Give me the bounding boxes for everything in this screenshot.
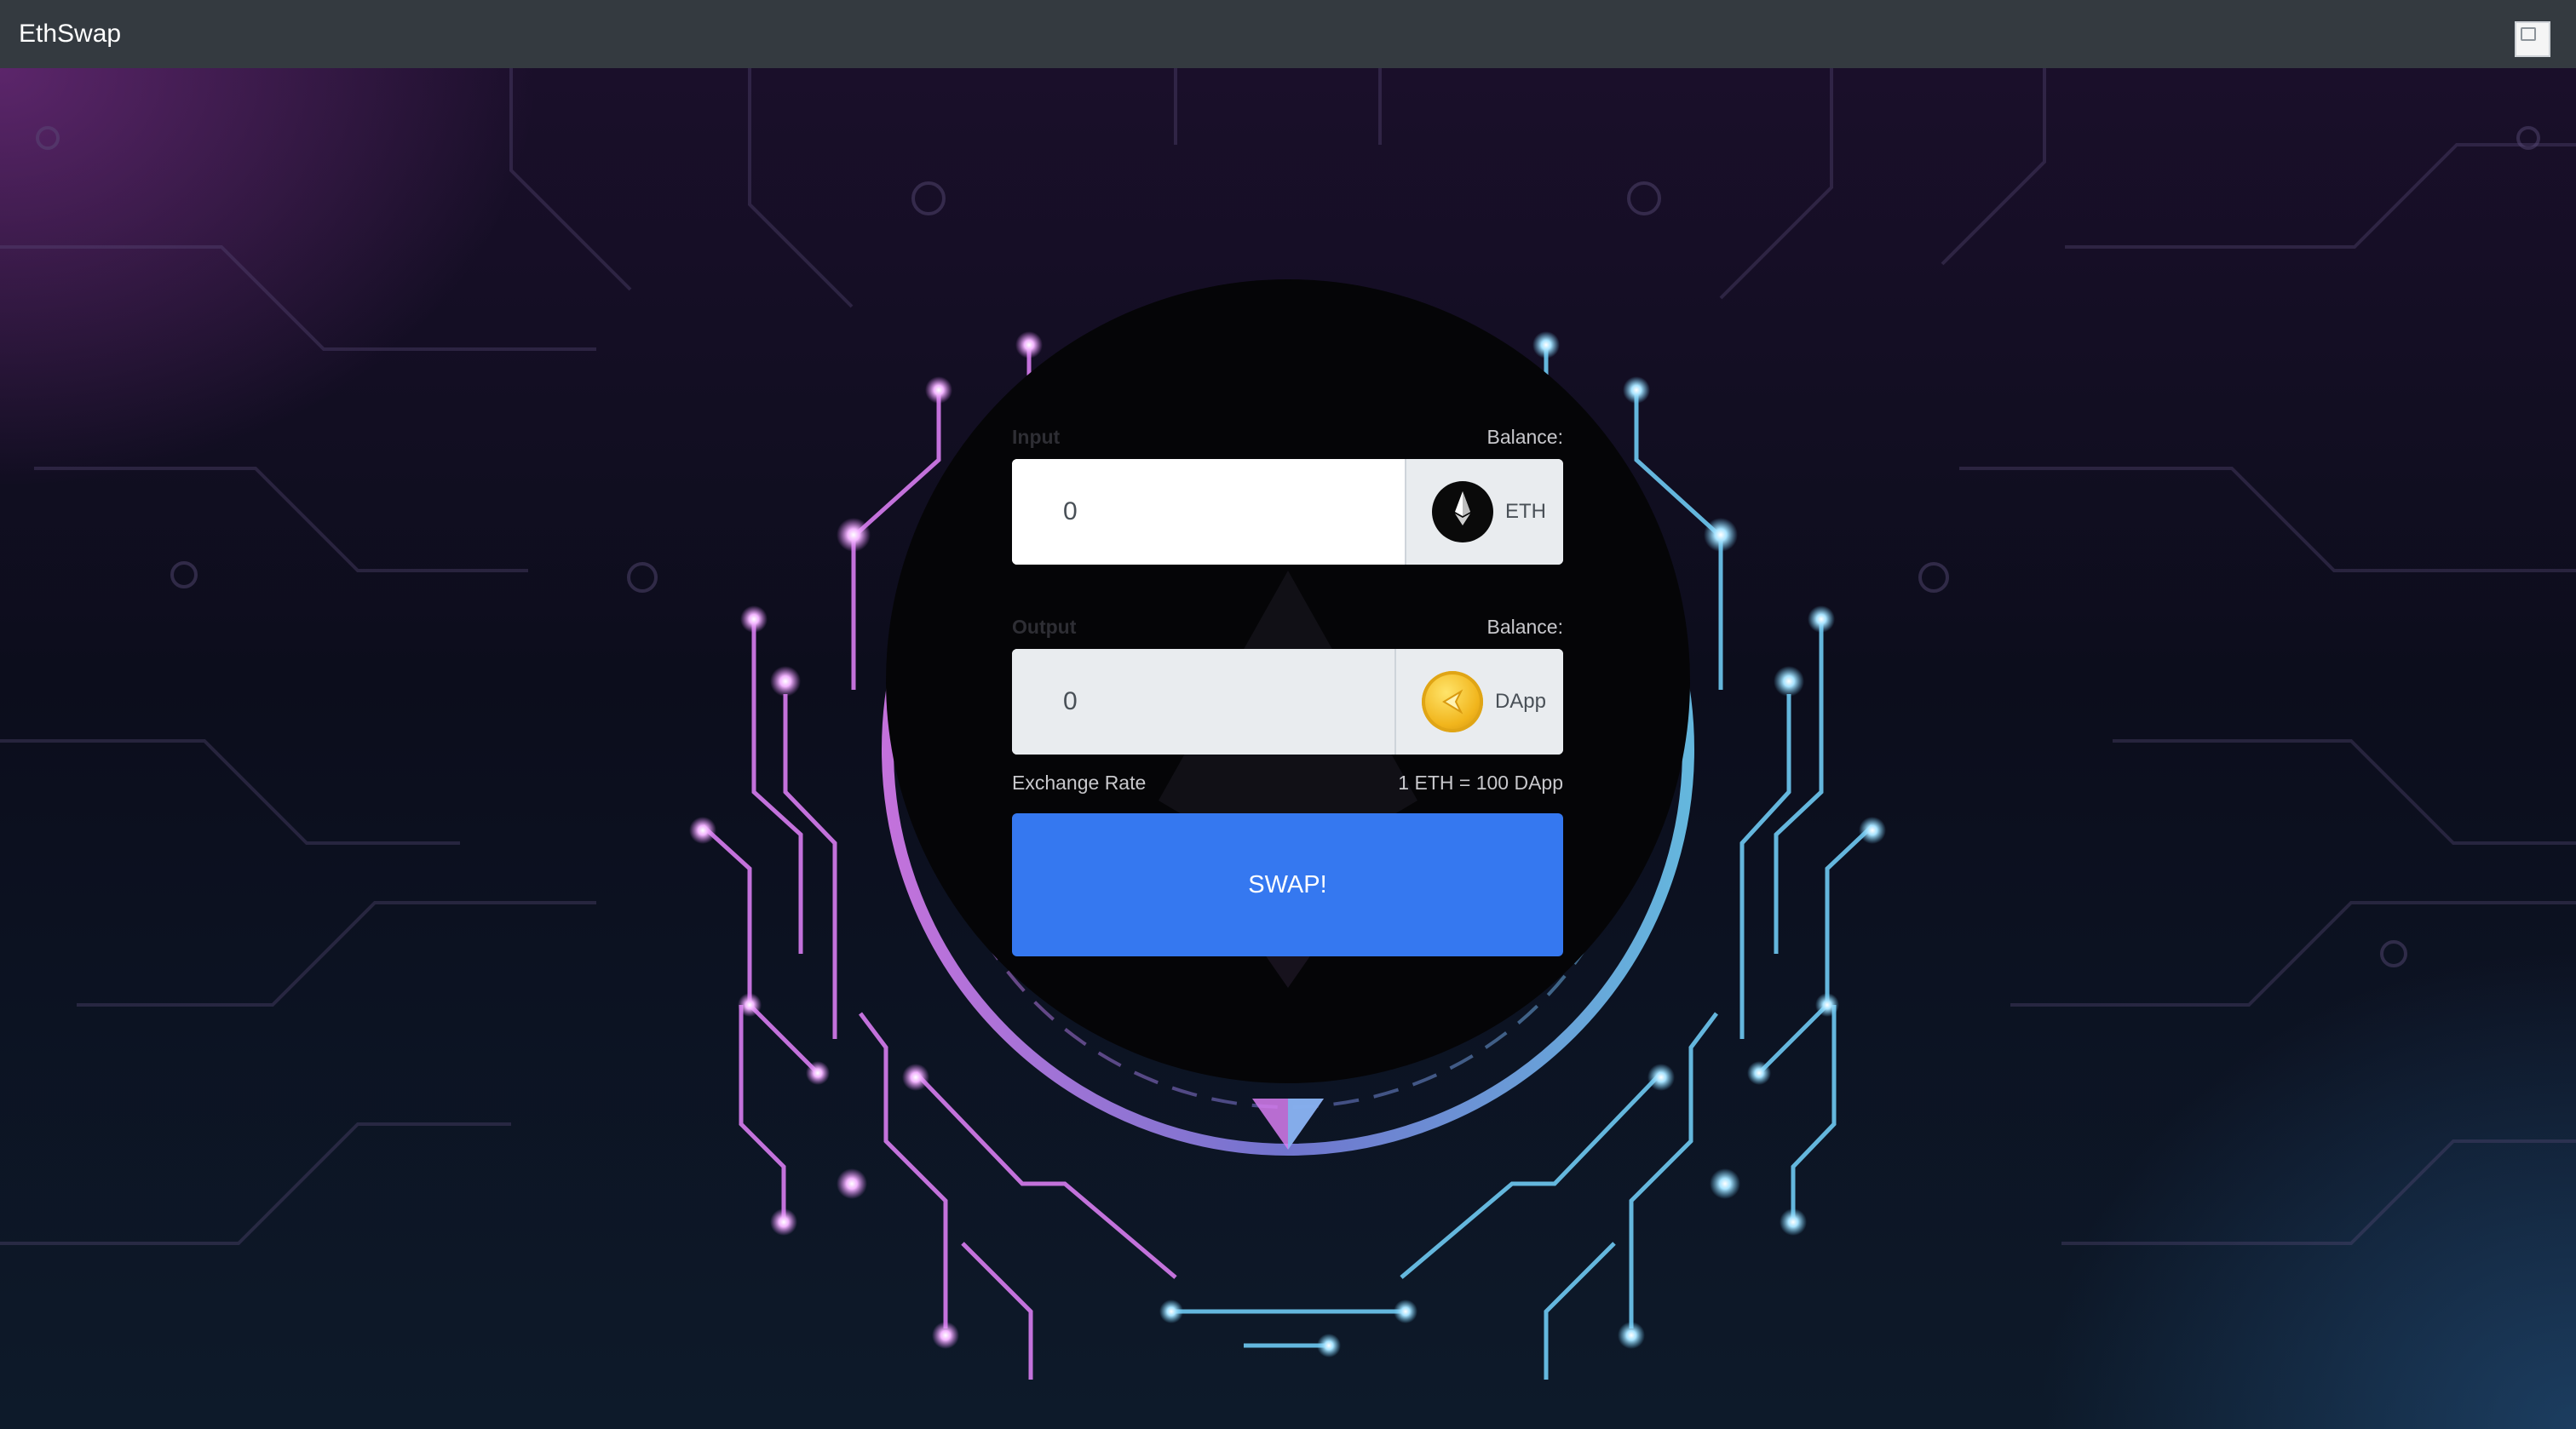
input-label-row: Input Balance: [1012, 426, 1563, 449]
input-token-addon: ETH [1405, 459, 1563, 565]
swap-form: Input Balance: ETH Output Balance: [1012, 426, 1563, 956]
exchange-rate-label: Exchange Rate [1012, 772, 1147, 794]
output-label: Output [1012, 616, 1077, 638]
output-amount-group: DApp [1012, 649, 1563, 755]
input-amount-group: ETH [1012, 459, 1563, 565]
output-token-symbol: DApp [1494, 690, 1546, 713]
broken-image-icon [2515, 21, 2550, 57]
output-balance-label: Balance: [1486, 616, 1563, 638]
output-label-row: Output Balance: [1012, 616, 1563, 639]
swap-button[interactable]: SWAP! [1012, 813, 1563, 956]
dapp-coin-icon [1421, 671, 1483, 732]
navbar: EthSwap [0, 0, 2576, 68]
output-amount-field[interactable] [1012, 649, 1394, 755]
exchange-rate-row: Exchange Rate 1 ETH = 100 DApp [1012, 772, 1563, 795]
swap-card: Input Balance: ETH Output Balance: [1012, 426, 1563, 956]
ethereum-logo-icon [1432, 481, 1493, 542]
exchange-rate-value: 1 ETH = 100 DApp [1398, 772, 1563, 794]
output-token-addon: DApp [1394, 649, 1563, 755]
input-balance-label: Balance: [1486, 426, 1563, 448]
input-label: Input [1012, 426, 1061, 448]
input-amount-field[interactable] [1012, 459, 1405, 565]
input-token-symbol: ETH [1505, 500, 1546, 523]
brand-link[interactable]: EthSwap [19, 20, 121, 49]
